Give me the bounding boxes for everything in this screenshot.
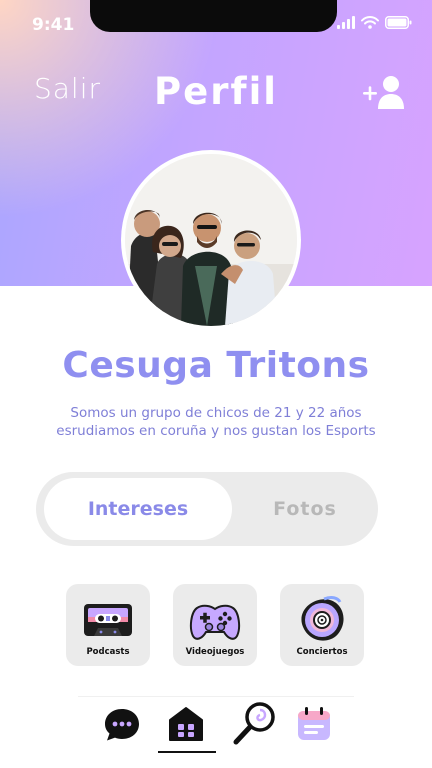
profile-name: Cesuga Tritons bbox=[62, 345, 370, 386]
vinyl-icon bbox=[301, 596, 344, 641]
profile-description-line-2: esrudiamos en coruña y nos gustan los Es… bbox=[56, 423, 376, 439]
battery-icon bbox=[385, 16, 412, 29]
status-icons bbox=[337, 16, 412, 29]
wifi-icon bbox=[361, 16, 379, 29]
signal-icon bbox=[337, 16, 355, 29]
add-user-icon[interactable] bbox=[360, 74, 408, 110]
interest-card-podcasts[interactable]: Podcasts bbox=[66, 584, 150, 666]
interest-label-videojuegos: Videojuegos bbox=[185, 647, 245, 657]
profile-tabs: Intereses Fotos bbox=[36, 472, 378, 546]
group-photo-image bbox=[125, 154, 297, 326]
tab-intereses[interactable]: Intereses bbox=[44, 478, 232, 540]
gamepad-icon bbox=[189, 604, 241, 640]
profile-description-line-1: Somos un grupo de chicos de 21 y 22 años bbox=[70, 405, 362, 421]
interest-card-conciertos[interactable]: Conciertos bbox=[280, 584, 364, 666]
profile-avatar bbox=[121, 150, 301, 330]
cassette-icon bbox=[84, 604, 132, 636]
calendar-icon[interactable] bbox=[292, 702, 336, 746]
nav-divider bbox=[78, 696, 354, 697]
tab-fotos[interactable]: Fotos bbox=[232, 478, 378, 540]
search-icon[interactable] bbox=[230, 699, 280, 749]
device-notch bbox=[90, 0, 337, 32]
interest-card-videojuegos[interactable]: Videojuegos bbox=[173, 584, 257, 666]
chat-icon[interactable] bbox=[100, 702, 144, 746]
bottom-navigation bbox=[78, 696, 354, 753]
nav-active-indicator bbox=[158, 751, 216, 753]
status-time: 9:41 bbox=[32, 15, 75, 35]
interest-label-podcasts: Podcasts bbox=[86, 647, 130, 657]
group-photo bbox=[125, 154, 297, 326]
profile-screen: 9:41 Salir Perfil Cesuga Tritons Somos u… bbox=[0, 0, 432, 768]
home-icon[interactable] bbox=[164, 702, 208, 746]
interest-label-conciertos: Conciertos bbox=[296, 647, 348, 657]
